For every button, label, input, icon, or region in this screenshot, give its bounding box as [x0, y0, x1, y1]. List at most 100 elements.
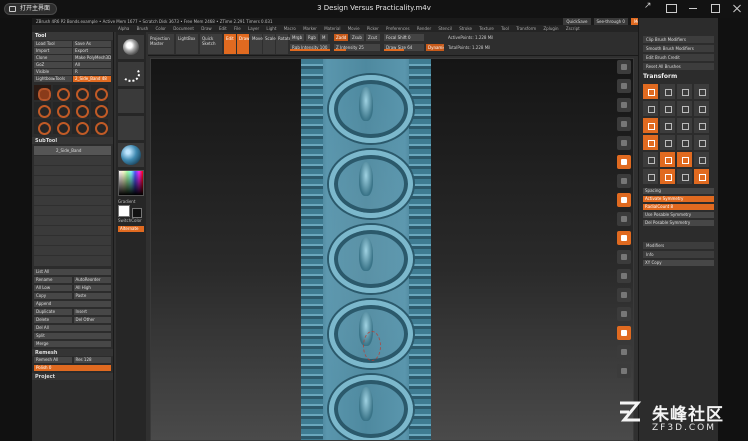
merge-button[interactable]: Merge: [34, 341, 111, 347]
move-button[interactable]: Move: [250, 34, 263, 54]
tool-thumb[interactable]: [53, 85, 70, 101]
transform-tool-icon[interactable]: [677, 152, 692, 167]
remesh-header[interactable]: Remesh: [32, 349, 113, 356]
subtool-item[interactable]: 2_Side_Band: [34, 146, 111, 156]
subtool-header[interactable]: SubTool: [32, 137, 113, 144]
edit-button[interactable]: Edit: [224, 34, 236, 54]
menu-tool[interactable]: Tool: [501, 26, 509, 31]
sculpted-ornament-band[interactable]: [301, 59, 431, 440]
transform-tool-icon[interactable]: [643, 169, 658, 184]
tool-thumb[interactable]: [53, 102, 70, 118]
z-intensity-slider[interactable]: Z Intensity 25: [334, 44, 380, 51]
all-high-button[interactable]: All High: [73, 285, 111, 291]
menu-edit[interactable]: Edit: [219, 26, 227, 31]
m-toggle[interactable]: M: [320, 34, 328, 41]
alpha-selector[interactable]: [118, 89, 144, 113]
tool-palette-title[interactable]: Tool: [32, 32, 113, 40]
dynamic-toggle[interactable]: Dynamic: [426, 44, 444, 51]
load-tool-button[interactable]: Load Tool: [34, 41, 72, 47]
subtool-item[interactable]: [34, 246, 111, 256]
see-through-slider[interactable]: See-through 0: [593, 18, 628, 25]
alternate-button[interactable]: Alternate: [118, 226, 144, 232]
tool-thumb[interactable]: [91, 119, 108, 135]
color-picker[interactable]: [118, 170, 144, 196]
rotate-button[interactable]: Rotate: [276, 34, 291, 54]
menu-alpha[interactable]: Alpha: [118, 26, 129, 31]
aahalf-icon[interactable]: [617, 136, 631, 150]
scale-button[interactable]: Scale: [263, 34, 276, 54]
menu-document[interactable]: Document: [173, 26, 194, 31]
menu-movie[interactable]: Movie: [348, 26, 360, 31]
scale-icon[interactable]: [677, 118, 692, 133]
tool-thumb[interactable]: [34, 102, 51, 118]
goz-all-button[interactable]: All: [73, 62, 111, 68]
transform-tool-icon[interactable]: [694, 135, 709, 150]
paste-button[interactable]: Paste: [73, 293, 111, 299]
rgb-toggle[interactable]: Rgb: [306, 34, 318, 41]
menu-macro[interactable]: Macro: [284, 26, 296, 31]
transform-tool-icon[interactable]: [694, 152, 709, 167]
local-icon[interactable]: [617, 193, 631, 207]
minimize-button[interactable]: [688, 3, 698, 13]
res-slider[interactable]: Res 128: [73, 357, 111, 363]
tool-thumb[interactable]: [72, 102, 89, 118]
del-posable-symmetry-button[interactable]: Del Posable Symmetry: [643, 220, 714, 226]
projection-master-button[interactable]: Projection Master: [148, 34, 174, 54]
save-view-icon[interactable]: [643, 84, 658, 99]
menu-preferences[interactable]: Preferences: [386, 26, 410, 31]
tool-thumb[interactable]: [34, 85, 51, 101]
transform-tool-icon[interactable]: [694, 101, 709, 116]
transform-tool-icon[interactable]: [677, 101, 692, 116]
export-button[interactable]: Export: [73, 48, 111, 54]
transform-title[interactable]: Transform: [643, 73, 714, 81]
transform-tool-icon[interactable]: [677, 84, 692, 99]
clip-brush-modifiers-button[interactable]: Clip Brush Modifiers: [643, 36, 714, 43]
reset-all-brushes-button[interactable]: Reset All Brushes: [643, 63, 714, 70]
tool-thumb[interactable]: [72, 85, 89, 101]
move-view-icon[interactable]: [617, 269, 631, 283]
goz-button[interactable]: GoZ: [34, 62, 72, 68]
scale-view-icon[interactable]: [617, 288, 631, 302]
draw-size-slider[interactable]: Draw Size 64: [384, 44, 424, 51]
secondary-color-swatch[interactable]: [132, 208, 142, 218]
subtool-item[interactable]: [34, 176, 111, 186]
transform-tool-icon[interactable]: [677, 135, 692, 150]
modifiers-header[interactable]: Modifiers: [643, 242, 714, 249]
close-button[interactable]: [732, 3, 742, 13]
make-polymesh-button[interactable]: Make PolyMesh3D: [73, 55, 111, 61]
polyf-icon[interactable]: [617, 326, 631, 340]
menu-draw[interactable]: Draw: [201, 26, 211, 31]
maximize-button[interactable]: [710, 3, 720, 13]
menu-transform[interactable]: Transform: [516, 26, 536, 31]
menu-picker[interactable]: Picker: [367, 26, 379, 31]
menu-stencil[interactable]: Stencil: [438, 26, 452, 31]
subtool-item[interactable]: [34, 206, 111, 216]
copy-button[interactable]: Copy: [34, 293, 72, 299]
zcut-toggle[interactable]: Zcut: [366, 34, 380, 41]
switch-color-button[interactable]: SwitchColor: [116, 218, 146, 224]
rotate-icon[interactable]: [694, 118, 709, 133]
tool-thumb[interactable]: [34, 119, 51, 135]
main-color-swatch[interactable]: [118, 205, 130, 217]
transform-tool-icon[interactable]: [660, 101, 675, 116]
picture-in-picture-icon[interactable]: [666, 3, 677, 13]
menu-stroke[interactable]: Stroke: [459, 26, 472, 31]
subtool-item[interactable]: [34, 196, 111, 206]
tool-thumb[interactable]: [72, 119, 89, 135]
rgb-intensity-slider[interactable]: Rgb Intensity 100: [290, 44, 330, 51]
document-canvas[interactable]: [150, 58, 634, 441]
project-header[interactable]: Project: [32, 373, 113, 380]
bpr-render-icon[interactable]: [617, 60, 631, 74]
subtool-item[interactable]: [34, 226, 111, 236]
edit-brush-credit-button[interactable]: Edit Brush Credit: [643, 54, 714, 61]
zoom-icon[interactable]: [617, 98, 631, 112]
del-all-button[interactable]: Del All: [34, 325, 111, 331]
menu-brush[interactable]: Brush: [137, 26, 149, 31]
transform-tool-icon[interactable]: [660, 152, 675, 167]
xyz-icon[interactable]: [617, 231, 631, 245]
subtool-item[interactable]: [34, 186, 111, 196]
stroke-selector[interactable]: [118, 62, 144, 86]
append-button[interactable]: Append: [34, 301, 111, 307]
activate-symmetry-button[interactable]: Activate Symmetry: [643, 196, 714, 202]
duplicate-button[interactable]: Duplicate: [34, 309, 72, 315]
